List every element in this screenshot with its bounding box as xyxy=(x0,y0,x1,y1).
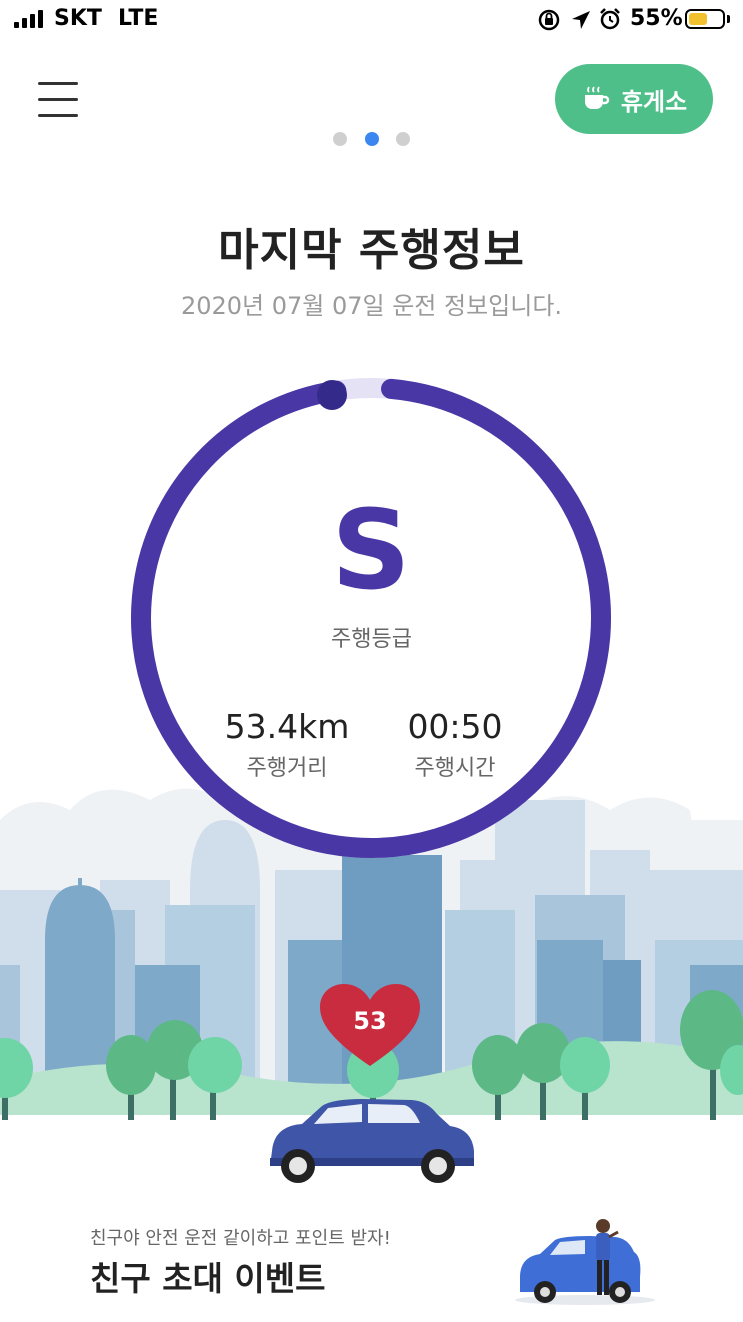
page-dot-3[interactable] xyxy=(396,132,410,146)
location-arrow-icon xyxy=(572,11,590,29)
rest-area-label: 휴게소 xyxy=(620,87,688,116)
car-illustration xyxy=(270,1099,474,1183)
heart-score: 53 xyxy=(353,1007,387,1035)
time-value: 00:50 xyxy=(407,707,503,746)
menu-button[interactable] xyxy=(38,80,80,120)
event-title: 친구 초대 이벤트 xyxy=(90,1259,326,1298)
rest-area-button[interactable]: 휴게소 xyxy=(555,64,713,134)
battery-level-fill xyxy=(689,13,707,25)
battery-percent: 55% xyxy=(630,6,683,31)
battery-icon xyxy=(685,9,725,29)
page-dot-2[interactable] xyxy=(365,132,379,146)
page-dot-1[interactable] xyxy=(333,132,347,146)
network-label: LTE xyxy=(118,6,159,31)
time-label: 주행시간 xyxy=(414,756,496,781)
drive-grade-letter: S xyxy=(331,498,410,598)
hamburger-menu-icon xyxy=(38,80,80,120)
drive-grade-value: S xyxy=(331,498,410,598)
page-subtitle: 2020년 07월 07일 운전 정보입니다. xyxy=(180,292,563,320)
friend-car-illustration xyxy=(515,1219,655,1305)
page-title: 마지막 주행정보 xyxy=(218,225,525,276)
signal-icon xyxy=(14,10,46,28)
alarm-icon xyxy=(600,8,620,30)
coffee-cup-icon xyxy=(584,86,610,109)
carrier-label: SKT xyxy=(54,6,102,31)
orientation-lock-icon xyxy=(538,9,560,31)
drive-grade-label: 주행등급 xyxy=(331,627,412,652)
status-bar: SKT LTE 55% xyxy=(0,0,743,40)
battery-tip xyxy=(727,15,730,23)
event-subtitle: 친구야 안전 운전 같이하고 포인트 받자! xyxy=(90,1228,391,1249)
